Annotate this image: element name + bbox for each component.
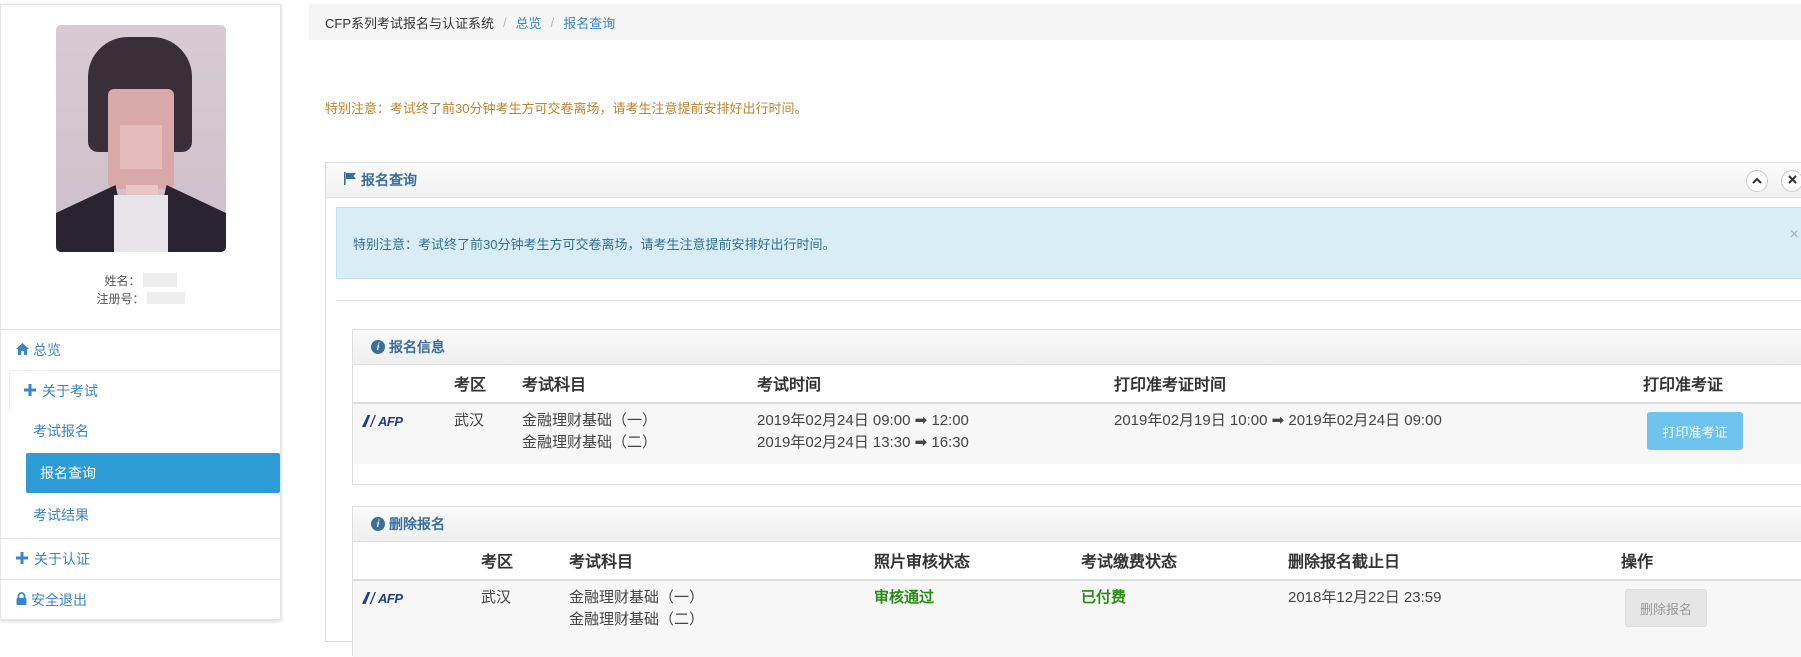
info-icon: i: [371, 517, 385, 531]
reg-value: [146, 292, 185, 304]
nav-about-cert[interactable]: 关于认证: [1, 538, 280, 579]
plus-icon: [16, 551, 28, 567]
lock-icon: [16, 592, 27, 608]
register-query-panel: 报名查询 特别注意：考试终了前30分钟考生方可交卷离场，请考生注意提前安排好出行…: [325, 162, 1801, 657]
registration-info-header: i 报名信息: [353, 330, 1801, 365]
area-cell: 武汉: [481, 589, 512, 606]
breadcrumb-overview[interactable]: 总览: [516, 13, 542, 32]
deadline-cell: 2018年12月22日 23:59: [1288, 589, 1442, 606]
delete-registration-panel: i 删除报名 考区 考试科目 照片审核状态 考试缴费状态 删除报名截止日 操作 …: [352, 506, 1801, 657]
plus-icon: [24, 383, 36, 399]
print-card-button[interactable]: 打印准考证: [1647, 412, 1743, 450]
panel-title: 报名查询: [361, 172, 417, 188]
pay-status-cell: 已付费: [1081, 589, 1127, 606]
nav-about-exam[interactable]: 关于考试: [9, 370, 280, 411]
col-print-time: 打印准考证时间: [1114, 377, 1227, 394]
divider: [336, 300, 1801, 301]
alert-text: 特别注意：考试终了前30分钟考生方可交卷离场，请考生注意提前安排好出行时间。: [353, 236, 836, 252]
col-subject: 考试科目: [569, 554, 634, 571]
table-row: AFP 武汉 金融理财基础（一） 金融理财基础（二） 2019年02月24日 0…: [353, 404, 1801, 464]
chevron-up-icon: [1752, 175, 1762, 187]
col-exam-time: 考试时间: [757, 377, 822, 394]
alert-box: 特别注意：考试终了前30分钟考生方可交卷离场，请考生注意提前安排好出行时间。 ×: [336, 207, 1801, 279]
col-action: 操作: [1621, 554, 1654, 571]
name-label: 姓名：: [104, 273, 141, 288]
nav-home-label: 总览: [33, 342, 61, 358]
area-cell: 武汉: [454, 412, 485, 429]
close-panel-button[interactable]: [1781, 170, 1801, 192]
nav-logout[interactable]: 安全退出: [1, 579, 280, 620]
nav-exam-register[interactable]: 考试报名: [26, 411, 280, 451]
user-photo: [56, 25, 226, 252]
breadcrumb-system[interactable]: CFP系列考试报名与认证系统: [325, 13, 494, 32]
nav-register-query-label: 报名查询: [40, 465, 96, 481]
registration-info-panel: i 报名信息 考区 考试科目 考试时间 打印准考证时间 打印准考证 AFP 武汉…: [352, 329, 1801, 485]
nav-about-exam-label: 关于考试: [42, 383, 98, 399]
col-print-card: 打印准考证: [1643, 377, 1724, 394]
info-icon: i: [371, 340, 385, 354]
registration-info-title: 报名信息: [389, 339, 445, 355]
breadcrumb: CFP系列考试报名与认证系统 / 总览 / 报名查询: [309, 4, 1801, 40]
nav-home[interactable]: 总览: [1, 329, 280, 370]
user-info: 姓名： 注册号：: [1, 271, 280, 307]
reg-label: 注册号：: [96, 291, 145, 306]
breadcrumb-current: 报名查询: [563, 15, 616, 31]
alert-close-button[interactable]: ×: [1790, 226, 1799, 244]
col-subject: 考试科目: [522, 377, 587, 394]
panel-header: 报名查询: [326, 163, 1801, 198]
close-icon: [1787, 175, 1797, 187]
nav-exam-result[interactable]: 考试结果: [26, 495, 280, 535]
nav-logout-label: 安全退出: [31, 592, 87, 608]
nav-register-query[interactable]: 报名查询: [26, 453, 280, 493]
col-photo-status: 照片审核状态: [874, 554, 971, 571]
home-icon: [16, 342, 29, 358]
delete-registration-title: 删除报名: [389, 516, 445, 532]
nav-about-cert-label: 关于认证: [34, 551, 90, 567]
col-pay-status: 考试缴费状态: [1081, 554, 1178, 571]
collapse-button[interactable]: [1746, 170, 1768, 192]
print-time-cell: 2019年02月19日 10:00 ➡ 2019年02月24日 09:00: [1114, 412, 1442, 429]
delete-registration-header: i 删除报名: [353, 507, 1801, 542]
afp-logo: AFP: [362, 414, 403, 429]
flag-icon: [344, 172, 356, 188]
afp-logo: AFP: [362, 591, 403, 606]
sidebar: 姓名： 注册号： 总览 关于考试 考试报名 报名查询 考试结果 关于认证 安全退…: [0, 4, 281, 620]
col-area: 考区: [454, 377, 487, 394]
exam-time-cell: 2019年02月24日 09:00 ➡ 12:00 2019年02月24日 13…: [757, 412, 969, 451]
table-row: AFP 武汉 金融理财基础（一） 金融理财基础（二） 审核通过 已付费 2018…: [353, 581, 1801, 657]
nav-exam-result-label: 考试结果: [33, 507, 89, 523]
delete-registration-button[interactable]: 删除报名: [1625, 589, 1707, 627]
col-deadline: 删除报名截止日: [1288, 554, 1401, 571]
subject-cell: 金融理财基础（一） 金融理财基础（二）: [569, 589, 705, 628]
name-value: [142, 273, 177, 287]
nav-exam-register-label: 考试报名: [33, 423, 89, 439]
subject-cell: 金融理财基础（一） 金融理财基础（二）: [522, 412, 658, 451]
col-area: 考区: [481, 554, 514, 571]
photo-status-cell: 审核通过: [874, 589, 935, 606]
notice-text: 特别注意：考试终了前30分钟考生方可交卷离场，请考生注意提前安排好出行时间。: [325, 101, 808, 116]
